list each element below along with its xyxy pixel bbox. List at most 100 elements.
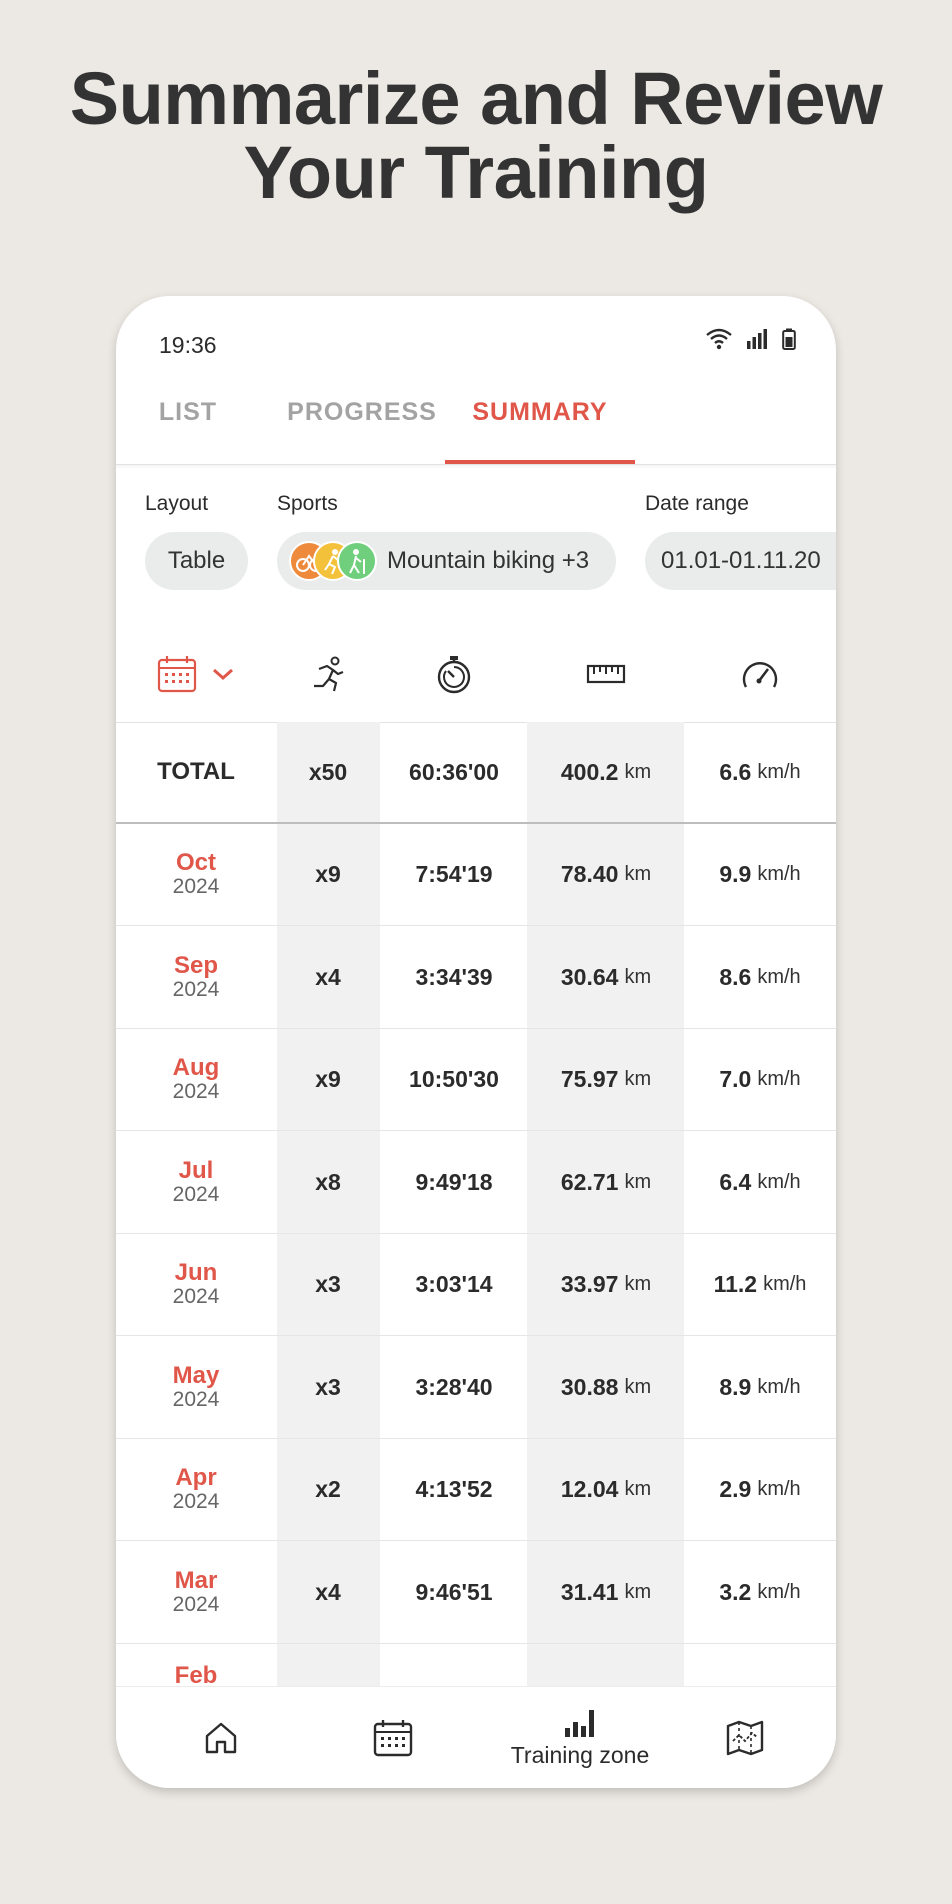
layout-chip[interactable]: Table (145, 532, 248, 590)
duration: 9:49'18 (415, 1169, 493, 1195)
distance: 12.04 km (560, 1476, 652, 1502)
headline-line-1: Summarize and Review (69, 57, 883, 140)
distance: 33.97 km (560, 1271, 652, 1297)
month-year: 2024 (172, 1079, 220, 1103)
total-label: TOTAL (157, 758, 235, 785)
phone-frame: 19:36 LIST PROGRESS SUMMARY Layout Table… (116, 296, 836, 1788)
nav-home[interactable] (166, 1687, 276, 1788)
bar-chart-icon (565, 1709, 594, 1737)
avg-speed (684, 1644, 836, 1686)
total-speed: 6.6 km/h (719, 758, 801, 785)
stopwatch-icon (380, 626, 528, 722)
calendar-icon (157, 656, 197, 693)
month-year: 2024 (172, 1182, 220, 1206)
distance: 62.71 km (560, 1169, 652, 1195)
month-cell: Oct 2024 (116, 824, 276, 925)
sports-chip[interactable]: Mountain biking +3 (277, 532, 616, 590)
month-name: Jul (178, 1156, 214, 1184)
wifi-icon (706, 328, 732, 350)
avg-speed: 7.0 km/h (719, 1066, 801, 1092)
distance: 31.41 km (560, 1579, 652, 1605)
avg-speed: 6.4 km/h (719, 1169, 801, 1195)
map-icon (726, 1720, 764, 1756)
month-year: 2024 (172, 1489, 220, 1513)
runner-icon (276, 626, 380, 722)
status-bar: 19:36 (116, 296, 836, 386)
duration: 4:13'52 (415, 1476, 493, 1502)
month-name: Mar (174, 1566, 218, 1594)
tab-list[interactable]: LIST (136, 394, 240, 464)
duration: 7:54'19 (415, 861, 493, 887)
activity-count: x3 (315, 1374, 341, 1400)
table-header (116, 626, 836, 723)
chevron-down-icon (213, 668, 233, 681)
date-range-value: 01.01-01.11.20 (661, 547, 821, 574)
table-row[interactable]: Jul 2024 x8 9:49'18 62.71 km 6.4 km/h (116, 1132, 836, 1234)
tab-summary[interactable]: SUMMARY (445, 394, 635, 464)
distance: 30.64 km (560, 964, 652, 990)
distance: 30.88 km (560, 1374, 652, 1400)
bottom-navigation: Training zone (116, 1686, 836, 1788)
status-time: 19:36 (159, 332, 217, 358)
duration: 9:46'51 (415, 1579, 493, 1605)
month-year: 2024 (172, 874, 220, 898)
table-row[interactable]: Apr 2024 x2 4:13'52 12.04 km 2.9 km/h (116, 1439, 836, 1541)
month-year: 2024 (172, 1592, 220, 1616)
month-name: Aug (172, 1053, 220, 1081)
date-range-chip[interactable]: 01.01-01.11.20 (645, 532, 836, 590)
month-year: 2024 (172, 977, 220, 1001)
activity-count: x3 (315, 1271, 341, 1297)
avg-speed: 3.2 km/h (719, 1579, 801, 1605)
avg-speed: 8.9 km/h (719, 1374, 801, 1400)
table-row[interactable]: Oct 2024 x9 7:54'19 78.40 km 9.9 km/h (116, 824, 836, 926)
nav-map[interactable] (690, 1687, 800, 1788)
month-cell: Jul 2024 (116, 1132, 276, 1233)
activity-count: x4 (315, 964, 341, 990)
tab-bar: LIST PROGRESS SUMMARY (116, 394, 836, 465)
table-row[interactable]: Mar 2024 x4 9:46'51 31.41 km 3.2 km/h (116, 1542, 836, 1644)
month-cell: Apr 2024 (116, 1439, 276, 1540)
total-duration: 60:36'00 (409, 758, 499, 785)
avg-speed: 8.6 km/h (719, 964, 801, 990)
activity-count: x8 (315, 1169, 341, 1195)
month-cell: Feb (116, 1644, 276, 1687)
duration (380, 1644, 528, 1686)
month-name: May (172, 1361, 220, 1389)
month-name: Feb (174, 1662, 218, 1687)
signal-icon (747, 329, 767, 349)
table-row[interactable]: Feb (116, 1644, 836, 1687)
table-row[interactable]: Sep 2024 x4 3:34'39 30.64 km 8.6 km/h (116, 927, 836, 1029)
month-name: Apr (175, 1463, 217, 1491)
month-cell: Mar 2024 (116, 1542, 276, 1643)
total-count: x50 (308, 758, 348, 785)
distance: 75.97 km (560, 1066, 652, 1092)
distance: 78.40 km (560, 861, 652, 887)
month-year: 2024 (172, 1387, 220, 1411)
filter-bar: Layout Table Sports Mountain biking +3 D… (116, 484, 836, 604)
total-distance: 400.2 km (560, 758, 652, 785)
headline-line-2: Your Training (243, 131, 709, 214)
nav-training-zone[interactable]: Training zone (480, 1687, 680, 1788)
activity-count: x9 (315, 861, 341, 887)
activity-count (276, 1644, 380, 1686)
duration: 3:34'39 (415, 964, 493, 990)
month-cell: Aug 2024 (116, 1029, 276, 1130)
nav-training-zone-label: Training zone (510, 1741, 650, 1768)
activity-count: x9 (315, 1066, 341, 1092)
nav-calendar[interactable] (338, 1687, 448, 1788)
avg-speed: 2.9 km/h (719, 1476, 801, 1502)
period-selector[interactable] (116, 626, 276, 722)
home-icon (205, 1722, 237, 1754)
speedometer-icon (684, 626, 836, 722)
activity-count: x2 (315, 1476, 341, 1502)
table-row[interactable]: May 2024 x3 3:28'40 30.88 km 8.9 km/h (116, 1337, 836, 1439)
month-cell: Sep 2024 (116, 927, 276, 1028)
duration: 3:03'14 (415, 1271, 493, 1297)
ruler-icon (528, 626, 684, 722)
table-row[interactable]: Jun 2024 x3 3:03'14 33.97 km 11.2 km/h (116, 1234, 836, 1336)
avg-speed: 11.2 km/h (713, 1271, 807, 1297)
total-row: TOTAL x50 60:36'00 400.2 km 6.6 km/h (116, 722, 836, 824)
tab-progress[interactable]: PROGRESS (266, 394, 458, 464)
hiking-icon (337, 541, 377, 581)
table-row[interactable]: Aug 2024 x9 10:50'30 75.97 km 7.0 km/h (116, 1029, 836, 1131)
